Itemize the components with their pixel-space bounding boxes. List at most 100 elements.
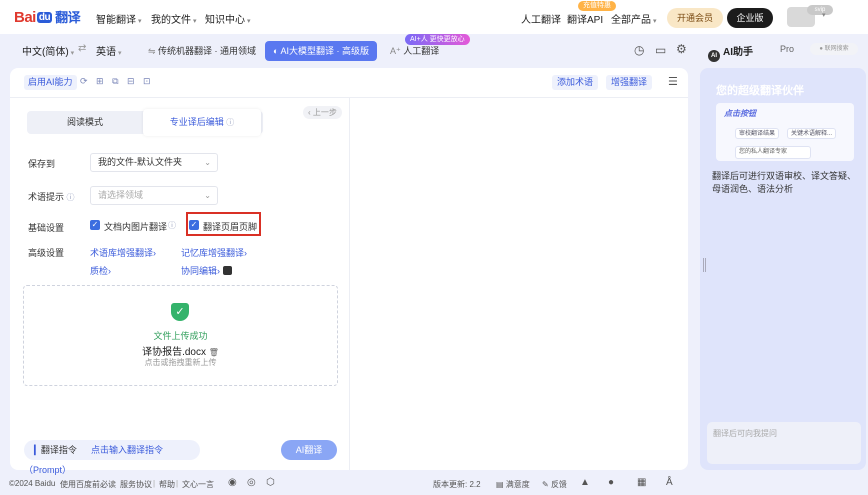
image-translate-checkbox[interactable]: ✓ [90,220,100,230]
save-to-select[interactable]: 我的文件-默认文件夹 ⌄ [90,153,218,172]
footer-link[interactable]: 帮助 [159,479,175,490]
tab-reading-mode[interactable]: 阅读模式 [27,111,143,134]
resize-handle[interactable] [703,258,706,272]
term-hint-text: 术语提示 [28,192,65,202]
enterprise-button[interactable]: 企业版 [727,8,773,28]
apple-icon[interactable]: ● [608,477,614,488]
nav-translate-api[interactable]: 翻译API [567,11,603,26]
save-to-label: 保存到 [28,159,56,169]
prompt-bar[interactable]: ▎翻译指令 点击输入翻译指令（Prompt） [24,440,200,475]
history-icon[interactable]: ◷ [634,43,644,57]
nav-label: 全部产品 [611,15,651,26]
wechat-icon[interactable]: ◎ [247,477,256,488]
nav-all-products[interactable]: 全部产品 ▾ [611,11,656,26]
web-search-label: 联网搜索 [824,46,849,52]
logo-bai: Bai [14,9,36,26]
chevron-down-icon: ▾ [68,50,75,57]
android-icon[interactable]: ▲ [580,477,590,488]
nav-label: 智能翻译 [96,15,136,26]
web-search-toggle[interactable]: ● 联网搜索 [810,43,858,55]
tab-traditional-mt[interactable]: ⇋ 传统机器翻译 · 通用领域 [140,41,264,61]
menu-icon[interactable]: ☰ [668,75,678,88]
tab-human-translate[interactable]: A⁺ 人工翻译 [382,41,447,61]
shield-check-icon: ✓ [171,303,189,321]
promo-badge: 充值特惠 [578,1,616,11]
version-info[interactable]: 版本更新: 2.2 [433,479,481,490]
target-language-label: 英语 [96,47,116,58]
chevron-down-icon: ▾ [247,18,251,25]
baidu-logo[interactable]: Bai du 翻译 [14,7,81,26]
hero-input: 您的私人翻译专家 [735,146,811,159]
uploaded-file: 译协报告.docx 🗑 [0,343,361,358]
nav-smart-translate[interactable]: 智能翻译 ▾ [96,11,142,26]
appstore-icon[interactable]: Å [666,477,673,488]
folder-icon[interactable]: ▭ [655,43,666,57]
survey-link[interactable]: ▤ 满意度 [496,479,530,490]
feedback-icon: ✎ [542,480,551,489]
hero-chip: 审校翻译结果 [735,128,780,139]
source-language-label: 中文(简体) [22,47,69,58]
enable-ai-toggle[interactable]: 启用AI能力 [24,75,77,90]
help-icon: ⓘ [66,193,75,202]
chevron-right-icon: › [217,266,221,276]
help-icon[interactable]: ⓘ [168,220,176,231]
chevron-down-icon[interactable]: ▾ [822,11,826,19]
tab-label: AI大模型翻译 · 高级版 [280,46,369,56]
chevron-down-icon: ▾ [138,18,142,25]
chevron-right-icon: › [153,248,157,258]
feedback-label: 反馈 [550,480,567,489]
gear-icon[interactable]: ⚙ [676,42,687,56]
tab-post-edit[interactable]: 专业译后编辑 ⓘ [143,109,261,136]
nav-human-translate[interactable]: 人工翻译 [521,11,561,26]
chevron-right-icon: › [108,266,112,276]
weibo-icon[interactable]: ◉ [228,477,237,488]
add-term-button[interactable]: 添加术语 [552,75,599,90]
delete-icon[interactable]: 🗑 [209,348,219,357]
advanced-settings-label: 高级设置 [28,248,65,258]
nav-label: 我的文件 [151,15,191,26]
survey-label: 满意度 [505,480,530,489]
member-button[interactable]: 开通会员 [667,8,723,28]
term-hint-label: 术语提示 ⓘ [28,190,75,203]
target-language-select[interactable]: 英语 ▾ [96,43,121,58]
ai-translate-button[interactable]: AI翻译 [281,440,337,460]
link-label: 协同编辑 [181,266,218,276]
prev-step-button[interactable]: ‹ 上一步 [303,106,342,119]
chevron-down-icon: ▾ [193,18,197,25]
termbase-link[interactable]: 术语库增强翻译› [90,246,156,259]
windows-icon[interactable]: ▦ [637,477,646,488]
doc-icon: ▤ [496,480,506,489]
domain-select[interactable]: 请选择领域 ⌄ [90,186,218,205]
memory-link[interactable]: 记忆库增强翻译› [181,246,247,259]
link-label: 记忆库增强翻译 [181,248,245,258]
assistant-headline: 您的超级翻译伙伴 [716,85,804,97]
footer-link[interactable]: 服务协议 [120,479,152,490]
prompt-label: ▎翻译指令 [34,445,77,455]
pro-label: Pro [780,44,795,54]
ai-logo-icon: AI [708,50,720,62]
source-language-select[interactable]: 中文(简体) ▾ [22,43,74,58]
share-icon[interactable]: ⬡ [266,477,275,488]
assistant-title-text: AI助手 [723,47,753,58]
qa-link[interactable]: 质检› [90,264,111,277]
toolbar-icons[interactable]: ⟳ ⊞ ⧉ ⊟ ⊡ [80,76,154,87]
image-translate-label: 文档内图片翻译 [104,222,168,232]
save-to-value: 我的文件-默认文件夹 [98,157,182,167]
nav-knowledge[interactable]: 知识中心 ▾ [205,11,251,26]
assistant-input[interactable]: 翻译后可向我提问 [707,422,861,464]
footer-sep: | [176,479,179,488]
swap-language-icon[interactable]: ⇄ [78,43,86,54]
tab-ai-llm[interactable]: ◐ AI大模型翻译 · 高级版 [265,41,377,61]
highlight-box [186,212,261,236]
copyright: ©2024 Baidu [9,479,56,488]
footer-link[interactable]: 文心一言 [182,479,214,490]
tab-label: 专业译后编辑 [169,117,224,127]
collab-link[interactable]: 协同编辑› [181,264,232,277]
footer-link[interactable]: 使用百度前必读 [60,479,116,490]
chevron-right-icon: › [244,248,248,258]
feedback-link[interactable]: ✎ 反馈 [542,479,567,490]
reupload-hint: 点击或拖拽重新上传 [144,358,217,367]
enhance-translate-button[interactable]: 增强翻译 [606,75,653,90]
vip-badge: svip [807,5,833,15]
nav-my-files[interactable]: 我的文件 ▾ [151,11,197,26]
